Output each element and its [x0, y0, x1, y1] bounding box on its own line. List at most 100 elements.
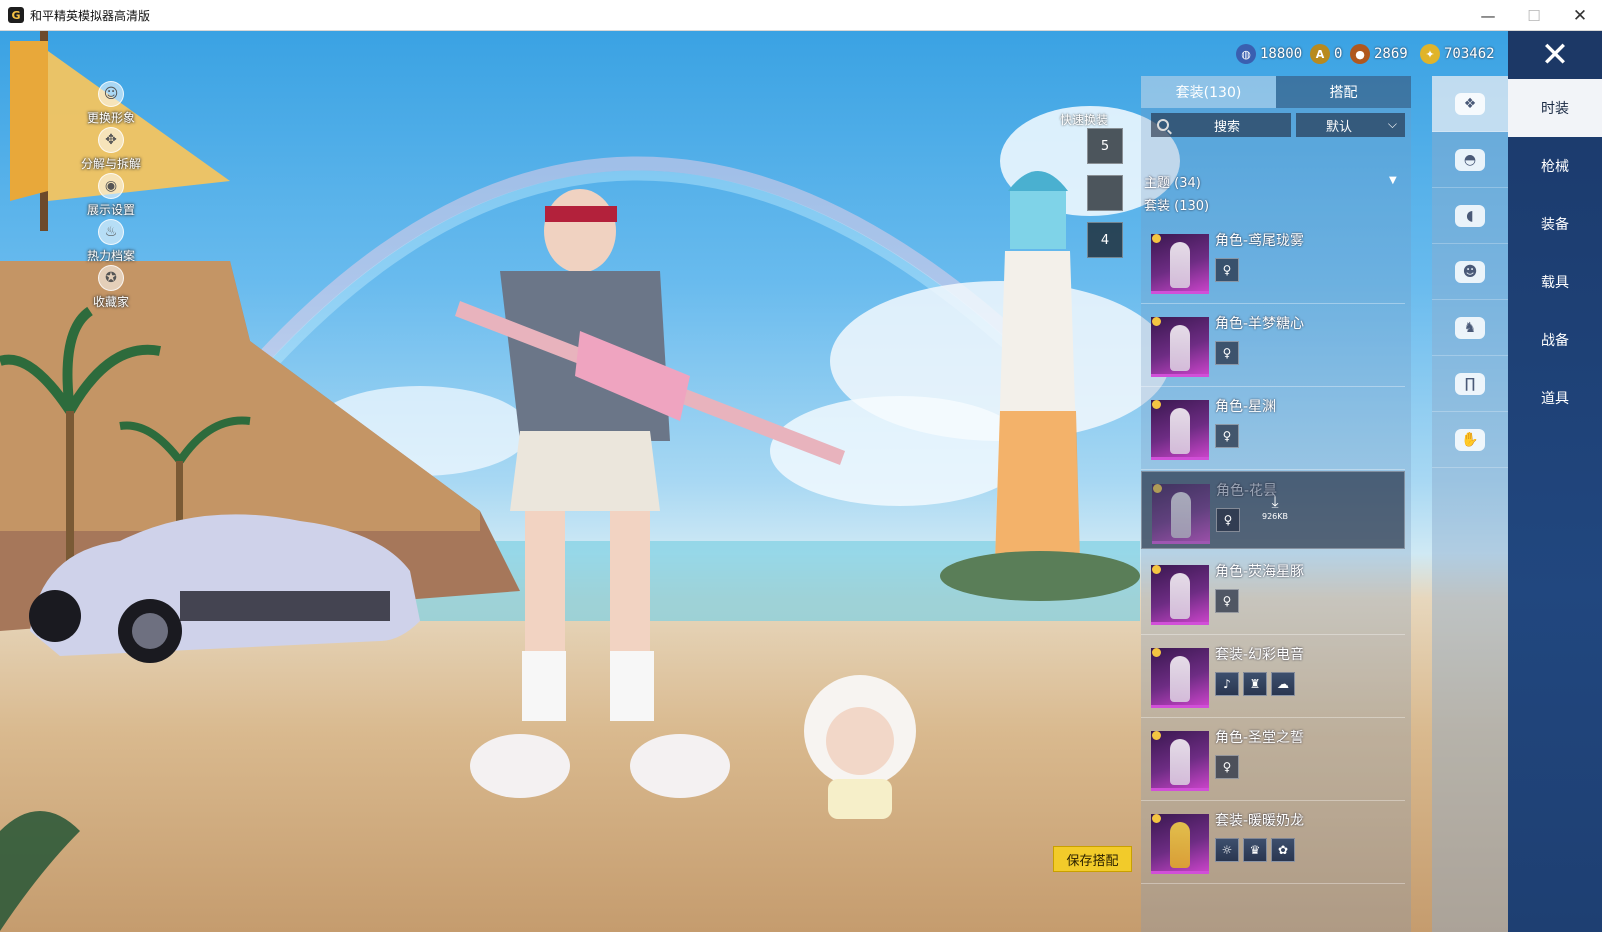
outfit-name: 套装-暖暖奶龙: [1215, 813, 1305, 829]
change-avatar-button[interactable]: ☺ 更换形象: [76, 81, 146, 127]
set-count-label: 套装 (130): [1144, 199, 1210, 214]
tab-vehicles[interactable]: 载具: [1508, 253, 1602, 311]
category-outfit[interactable]: ❖: [1432, 76, 1508, 132]
category-pants[interactable]: ∏: [1432, 356, 1508, 412]
costume-part-icon[interactable]: ☁: [1271, 672, 1295, 696]
outfit-name: 角色-羊梦糖心: [1215, 316, 1305, 332]
jacket-icon: ♞: [1455, 316, 1485, 339]
currency-value: 703462: [1444, 46, 1495, 62]
tab-match[interactable]: 搭配: [1276, 76, 1411, 108]
rarity-badge: [1152, 565, 1161, 574]
maximize-button[interactable]: ☐: [1511, 0, 1557, 31]
tab-props[interactable]: 道具: [1508, 369, 1602, 427]
tab-guns[interactable]: 枪械: [1508, 137, 1602, 195]
outfit-item[interactable]: 角色-鸢尾珑雾 ♀: [1141, 222, 1405, 304]
outfit-name: 角色-星渊: [1215, 399, 1277, 415]
app-logo-icon: G: [8, 7, 24, 23]
bronze-coin-icon: ●: [1350, 44, 1370, 64]
eye-icon: ◉: [98, 173, 124, 199]
mask-icon: ◖: [1455, 204, 1485, 227]
category-face[interactable]: ☻: [1432, 244, 1508, 300]
save-outfit-button[interactable]: 保存搭配: [1053, 846, 1132, 872]
rarity-badge: [1152, 731, 1161, 740]
outfit-thumbnail: [1151, 317, 1209, 377]
outfit-thumbnail: [1151, 234, 1209, 294]
outfit-thumbnail: [1151, 400, 1209, 460]
quick-change-label: 快速换装: [1060, 113, 1109, 127]
costume-part-icon[interactable]: ♀: [1215, 424, 1239, 448]
outfit-name: 套装-幻彩电音: [1215, 647, 1305, 663]
outfit-icon: ❖: [1455, 92, 1485, 115]
quick-change-slot-3[interactable]: 4: [1087, 222, 1123, 258]
costume-part-icon[interactable]: ☼: [1215, 838, 1239, 862]
disassemble-button[interactable]: ✥ 分解与拆解: [76, 127, 146, 173]
costume-part-icon[interactable]: ♀: [1215, 589, 1239, 613]
quick-change-slot-2[interactable]: [1087, 175, 1123, 211]
outfit-thumbnail: [1151, 565, 1209, 625]
outfit-item-selected[interactable]: 角色-花昙 ♀ ⤓ 926KB: [1141, 471, 1405, 549]
rarity-badge: [1153, 484, 1162, 493]
caret-down-icon[interactable]: ▼: [1389, 175, 1397, 186]
outfit-item[interactable]: 角色-荧海星豚 ♀: [1141, 553, 1405, 635]
search-placeholder: 搜索: [1214, 119, 1241, 135]
currency-a-coin: A 0: [1310, 43, 1342, 65]
close-window-button[interactable]: ✕: [1557, 0, 1602, 31]
category-mask[interactable]: ◖: [1432, 188, 1508, 244]
tab-battle-prep[interactable]: 战备: [1508, 311, 1602, 369]
quick-change-slot-1[interactable]: 5: [1087, 128, 1123, 164]
sort-dropdown[interactable]: 默认 ⌵: [1296, 113, 1405, 137]
outfit-item[interactable]: 角色-圣堂之誓 ♀: [1141, 719, 1405, 801]
tab-equipment[interactable]: 装备: [1508, 195, 1602, 253]
rarity-badge: [1152, 317, 1161, 326]
close-wardrobe-button[interactable]: ✕: [1508, 31, 1602, 79]
outfit-thumbnail: [1151, 814, 1209, 874]
currency-bronze: ● 2869: [1350, 43, 1408, 65]
collector-button[interactable]: ✪ 收藏家: [76, 265, 146, 311]
tab-fashion[interactable]: 时装: [1508, 79, 1602, 137]
costume-part-icon[interactable]: ♪: [1215, 672, 1239, 696]
disassemble-label: 分解与拆解: [80, 157, 141, 171]
costume-part-icon[interactable]: ♀: [1215, 258, 1239, 282]
minimize-button[interactable]: —: [1465, 0, 1511, 31]
rarity-badge: [1152, 814, 1161, 823]
gloves-icon: ✋: [1455, 428, 1485, 451]
gold-coin-icon: ✦: [1420, 44, 1440, 64]
rarity-badge: [1152, 648, 1161, 657]
panel-tabs: 套装(130) 搭配: [1141, 76, 1411, 108]
heat-archive-label: 热力档案: [86, 249, 135, 263]
outfit-thumbnail: [1152, 484, 1210, 544]
category-jacket[interactable]: ♞: [1432, 300, 1508, 356]
tab-sets[interactable]: 套装(130): [1141, 76, 1276, 108]
display-settings-button[interactable]: ◉ 展示设置: [76, 173, 146, 219]
theme-filter[interactable]: 主题 (34): [1144, 172, 1201, 191]
category-gloves[interactable]: ✋: [1432, 412, 1508, 468]
outfit-item[interactable]: 角色-星渊 ♀: [1141, 388, 1405, 470]
a-coin-icon: A: [1310, 44, 1330, 64]
outfit-item[interactable]: 套装-暖暖奶龙 ☼ ♛ ✿: [1141, 802, 1405, 884]
outfit-name: 角色-鸢尾珑雾: [1215, 233, 1305, 249]
download-indicator[interactable]: ⤓ 926KB: [1260, 492, 1290, 522]
outfit-item[interactable]: 角色-羊梦糖心 ♀: [1141, 305, 1405, 387]
costume-part-icon[interactable]: ♀: [1215, 755, 1239, 779]
close-icon: ✕: [1540, 35, 1570, 75]
window-title: 和平精英模拟器高清版: [30, 8, 151, 23]
face-icon: ☻: [1455, 260, 1485, 283]
outfit-item[interactable]: 套装-幻彩电音 ♪ ♜ ☁: [1141, 636, 1405, 718]
costume-part-icon[interactable]: ♀: [1215, 341, 1239, 365]
costume-part-icon[interactable]: ♜: [1243, 672, 1267, 696]
costume-part-icon[interactable]: ♀: [1216, 508, 1240, 532]
rarity-badge: [1152, 400, 1161, 409]
window-title-bar: G 和平精英模拟器高清版 — ☐ ✕: [0, 0, 1602, 31]
display-settings-label: 展示设置: [86, 203, 135, 217]
game-viewport: ☺ 更换形象 ✥ 分解与拆解 ◉ 展示设置 ♨ 热力档案 ✪ 收藏家 ◍ 188…: [0, 31, 1602, 932]
costume-part-icon[interactable]: ♛: [1243, 838, 1267, 862]
download-icon: ⤓: [1271, 492, 1279, 511]
currency-gold: ✦ 703462: [1420, 43, 1495, 65]
outfit-thumbnail: [1151, 648, 1209, 708]
heat-archive-button[interactable]: ♨ 热力档案: [76, 219, 146, 265]
costume-part-icon[interactable]: ✿: [1271, 838, 1295, 862]
download-size: 926KB: [1261, 512, 1288, 521]
search-input[interactable]: 搜索: [1151, 113, 1291, 137]
main-category-tabs: 时装 枪械 装备 载具 战备 道具: [1508, 79, 1602, 932]
category-cap[interactable]: ◓: [1432, 132, 1508, 188]
